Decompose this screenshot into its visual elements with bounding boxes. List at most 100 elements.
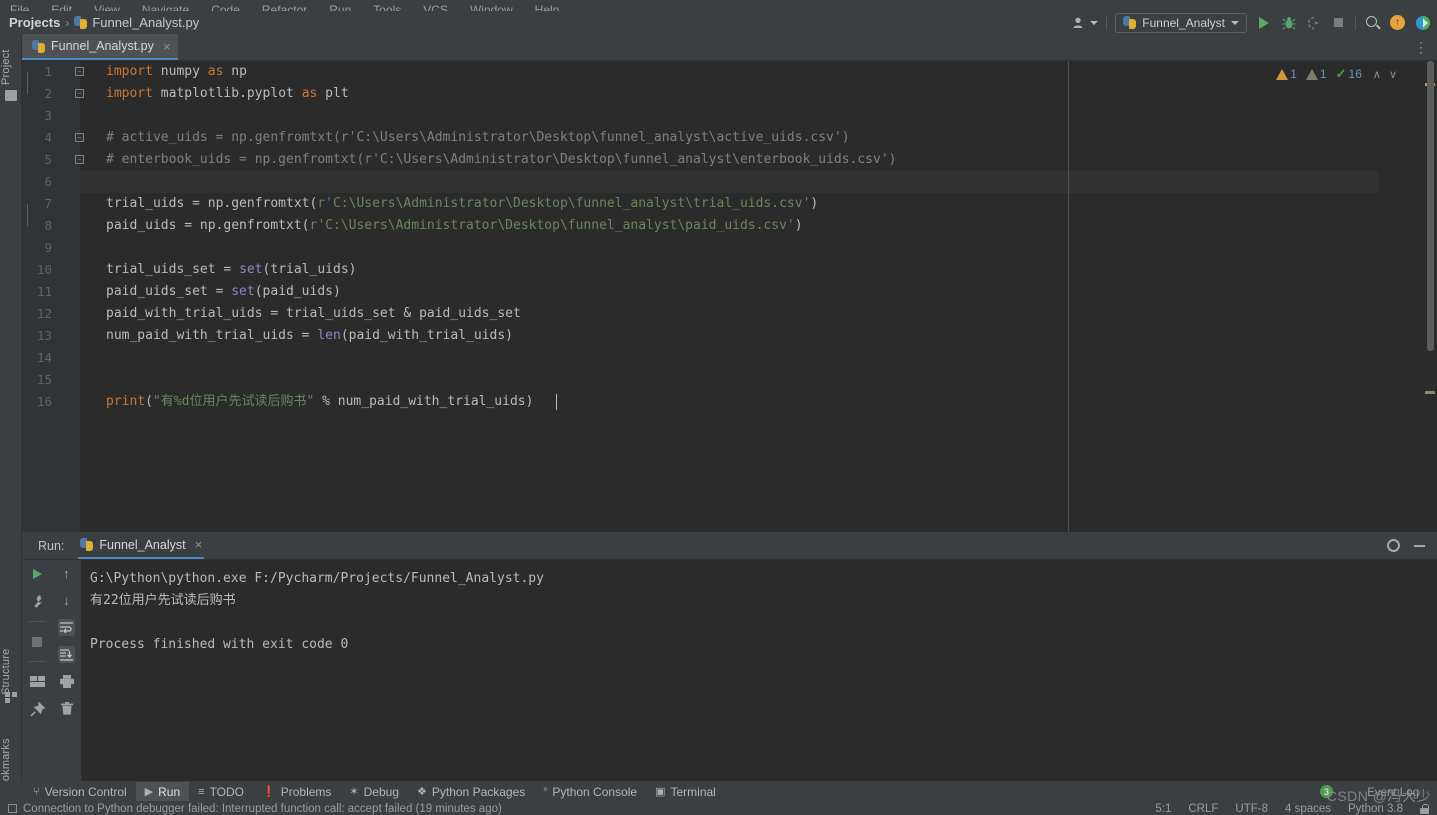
debug-button[interactable] [1280,14,1297,31]
gear-icon[interactable] [1387,539,1400,552]
editor-options-icon[interactable]: ⋮ [1414,34,1437,60]
stop-icon[interactable] [29,633,46,650]
tool-window-label: Terminal [670,784,716,799]
error-icon: ❗ [262,786,276,798]
tool-window-button-run[interactable]: ▶ Run [135,782,190,801]
sidebar-tab-project[interactable]: Project [0,36,22,98]
down-arrow-icon[interactable]: ↓ [58,592,75,609]
next-problem-icon[interactable]: ∨ [1387,68,1399,81]
line-number: 14 [36,350,52,365]
close-icon[interactable]: × [195,537,203,552]
search-everywhere-icon[interactable] [1364,14,1381,31]
stop-button[interactable] [1330,14,1347,31]
code-line[interactable]: print("有%d位用户先试读后购书" % num_paid_with_tri… [106,391,533,413]
code-content[interactable]: import numpy as np import matplotlib.pypl… [80,61,1437,532]
packages-icon: ❖ [417,786,427,798]
tool-window-button-debug[interactable]: ✶ Debug [340,782,408,801]
tool-window-button-python-console[interactable]: ༚ Python Console [534,782,646,801]
soft-wrap-icon[interactable] [58,619,75,636]
tool-window-button-terminal[interactable]: ▣ Terminal [646,782,725,801]
scrollbar-thumb[interactable] [1427,61,1434,351]
clear-all-icon[interactable] [58,700,75,717]
tool-window-label: Run [158,784,181,799]
scrollbar-weak-warning-mark[interactable] [1425,391,1435,394]
update-project-icon[interactable]: ↑ [1389,14,1406,31]
code-line[interactable]: import numpy as np [106,61,247,83]
run-configuration-selector[interactable]: Funnel_Analyst [1115,12,1247,33]
editor-tab-label: Funnel_Analyst.py [51,39,154,53]
code-editor[interactable]: 1 2 3 4 5 6 7 8 9 10 11 12 13 14 15 16 − − − − import nump… [22,61,1437,532]
editor-tab-funnel-analyst[interactable]: Funnel_Analyst.py × [22,34,179,60]
line-number: 7 [44,196,52,211]
notification-icon[interactable] [8,804,17,813]
code-line[interactable]: # enterbook_uids = np.genfromtxt(r'C:\Us… [106,149,897,171]
event-log-badge[interactable]: 3 [1320,785,1333,798]
tool-window-button-python-packages[interactable]: ❖ Python Packages [408,782,534,801]
pin-icon[interactable] [29,701,46,718]
tool-window-label: TODO [209,784,245,799]
status-message[interactable]: Connection to Python debugger failed: In… [23,803,502,815]
minimize-icon[interactable] [1414,544,1425,547]
line-separator[interactable]: CRLF [1188,803,1218,815]
code-line[interactable]: paid_with_trial_uids = trial_uids_set & … [106,303,521,325]
warning-count-label: 1 [1290,67,1297,81]
breadcrumb[interactable]: Projects › Funnel_Analyst.py [0,15,199,30]
tool-window-button-problems[interactable]: ❗ Problems [253,782,340,801]
tool-window-label: Python Packages [431,784,526,799]
main-menu-bar[interactable]: FileEditViewNavigateCodeRefactorRunTools… [0,0,1437,11]
event-log-label[interactable]: Event Log [1367,787,1419,799]
run-actions-toolbar [22,560,52,781]
tool-window-button-todo[interactable]: ≡ TODO [189,782,253,801]
python-file-icon [32,39,45,53]
tool-window-label: Debug [363,784,399,799]
terminal-icon: ▣ [655,786,666,798]
structure-icon [5,692,17,703]
layout-icon[interactable] [29,673,46,690]
ide-assistant-icon[interactable] [1414,14,1431,31]
code-line[interactable]: paid_uids_set = set(paid_uids) [106,281,341,303]
line-number: 5 [44,152,52,167]
editor-scrollbar[interactable] [1423,61,1437,532]
breadcrumb-projects[interactable]: Projects [9,15,60,30]
up-arrow-icon[interactable]: ↑ [58,565,75,582]
editor-gutter[interactable]: 1 2 3 4 5 6 7 8 9 10 11 12 13 14 15 16 − − − − [22,61,84,532]
rerun-icon[interactable] [29,565,46,582]
run-configuration-label: Funnel_Analyst [1142,15,1225,30]
user-icon[interactable] [1073,17,1099,29]
weak-warning-count[interactable]: 1 [1305,67,1327,81]
code-line[interactable]: import matplotlib.pyplot as plt [106,83,349,105]
lock-icon[interactable] [1420,803,1429,814]
run-with-coverage-button[interactable] [1305,14,1322,31]
scroll-to-end-icon[interactable] [58,646,75,663]
code-line[interactable]: trial_uids = np.genfromtxt(r'C:\Users\Ad… [106,193,818,215]
close-icon[interactable]: × [163,39,171,54]
folder-icon[interactable] [5,90,17,101]
code-line[interactable]: # active_uids = np.genfromtxt(r'C:\Users… [106,127,850,149]
text-caret [556,394,557,410]
file-encoding[interactable]: UTF-8 [1235,803,1268,815]
line-number: 6 [44,174,52,189]
settings-icon[interactable] [29,593,46,610]
code-line[interactable]: paid_uids = np.genfromtxt(r'C:\Users\Adm… [106,215,803,237]
line-number: 11 [36,284,52,299]
warning-count[interactable]: 1 [1276,67,1297,81]
editor-tab-bar: Funnel_Analyst.py × ⋮ [22,34,1437,61]
caret-position[interactable]: 5:1 [1155,803,1171,815]
run-button[interactable] [1255,14,1272,31]
pycharm-window: FileEditViewNavigateCodeRefactorRunTools… [0,0,1437,815]
indent-setting[interactable]: 4 spaces [1285,803,1331,815]
main-toolbar: Funnel_Analyst ↑ [1073,12,1437,33]
breadcrumb-file[interactable]: Funnel_Analyst.py [74,15,199,30]
code-line[interactable]: trial_uids_set = set(trial_uids) [106,259,356,281]
print-icon[interactable] [58,673,75,690]
code-line[interactable]: num_paid_with_trial_uids = len(paid_with… [106,325,513,347]
prev-problem-icon[interactable]: ∧ [1371,68,1383,81]
warning-icon [1276,68,1289,80]
tool-window-button-version-control[interactable]: ⑂ Version Control [24,782,136,801]
run-tab-funnel-analyst[interactable]: Funnel_Analyst × [78,532,205,559]
inspection-widget[interactable]: 1 1 ✓ 16 ∧ ∨ [1276,66,1399,82]
console-output[interactable]: G:\Python\python.exe F:/Pycharm/Projects… [82,560,1437,781]
navigation-bar: Projects › Funnel_Analyst.py Funnel_Anal… [0,11,1437,34]
python-interpreter[interactable]: Python 3.8 [1348,803,1403,815]
run-tool-window-body: ↑ ↓ G:\Python\python.exe F:/Pycharm/Proj… [22,560,1437,781]
